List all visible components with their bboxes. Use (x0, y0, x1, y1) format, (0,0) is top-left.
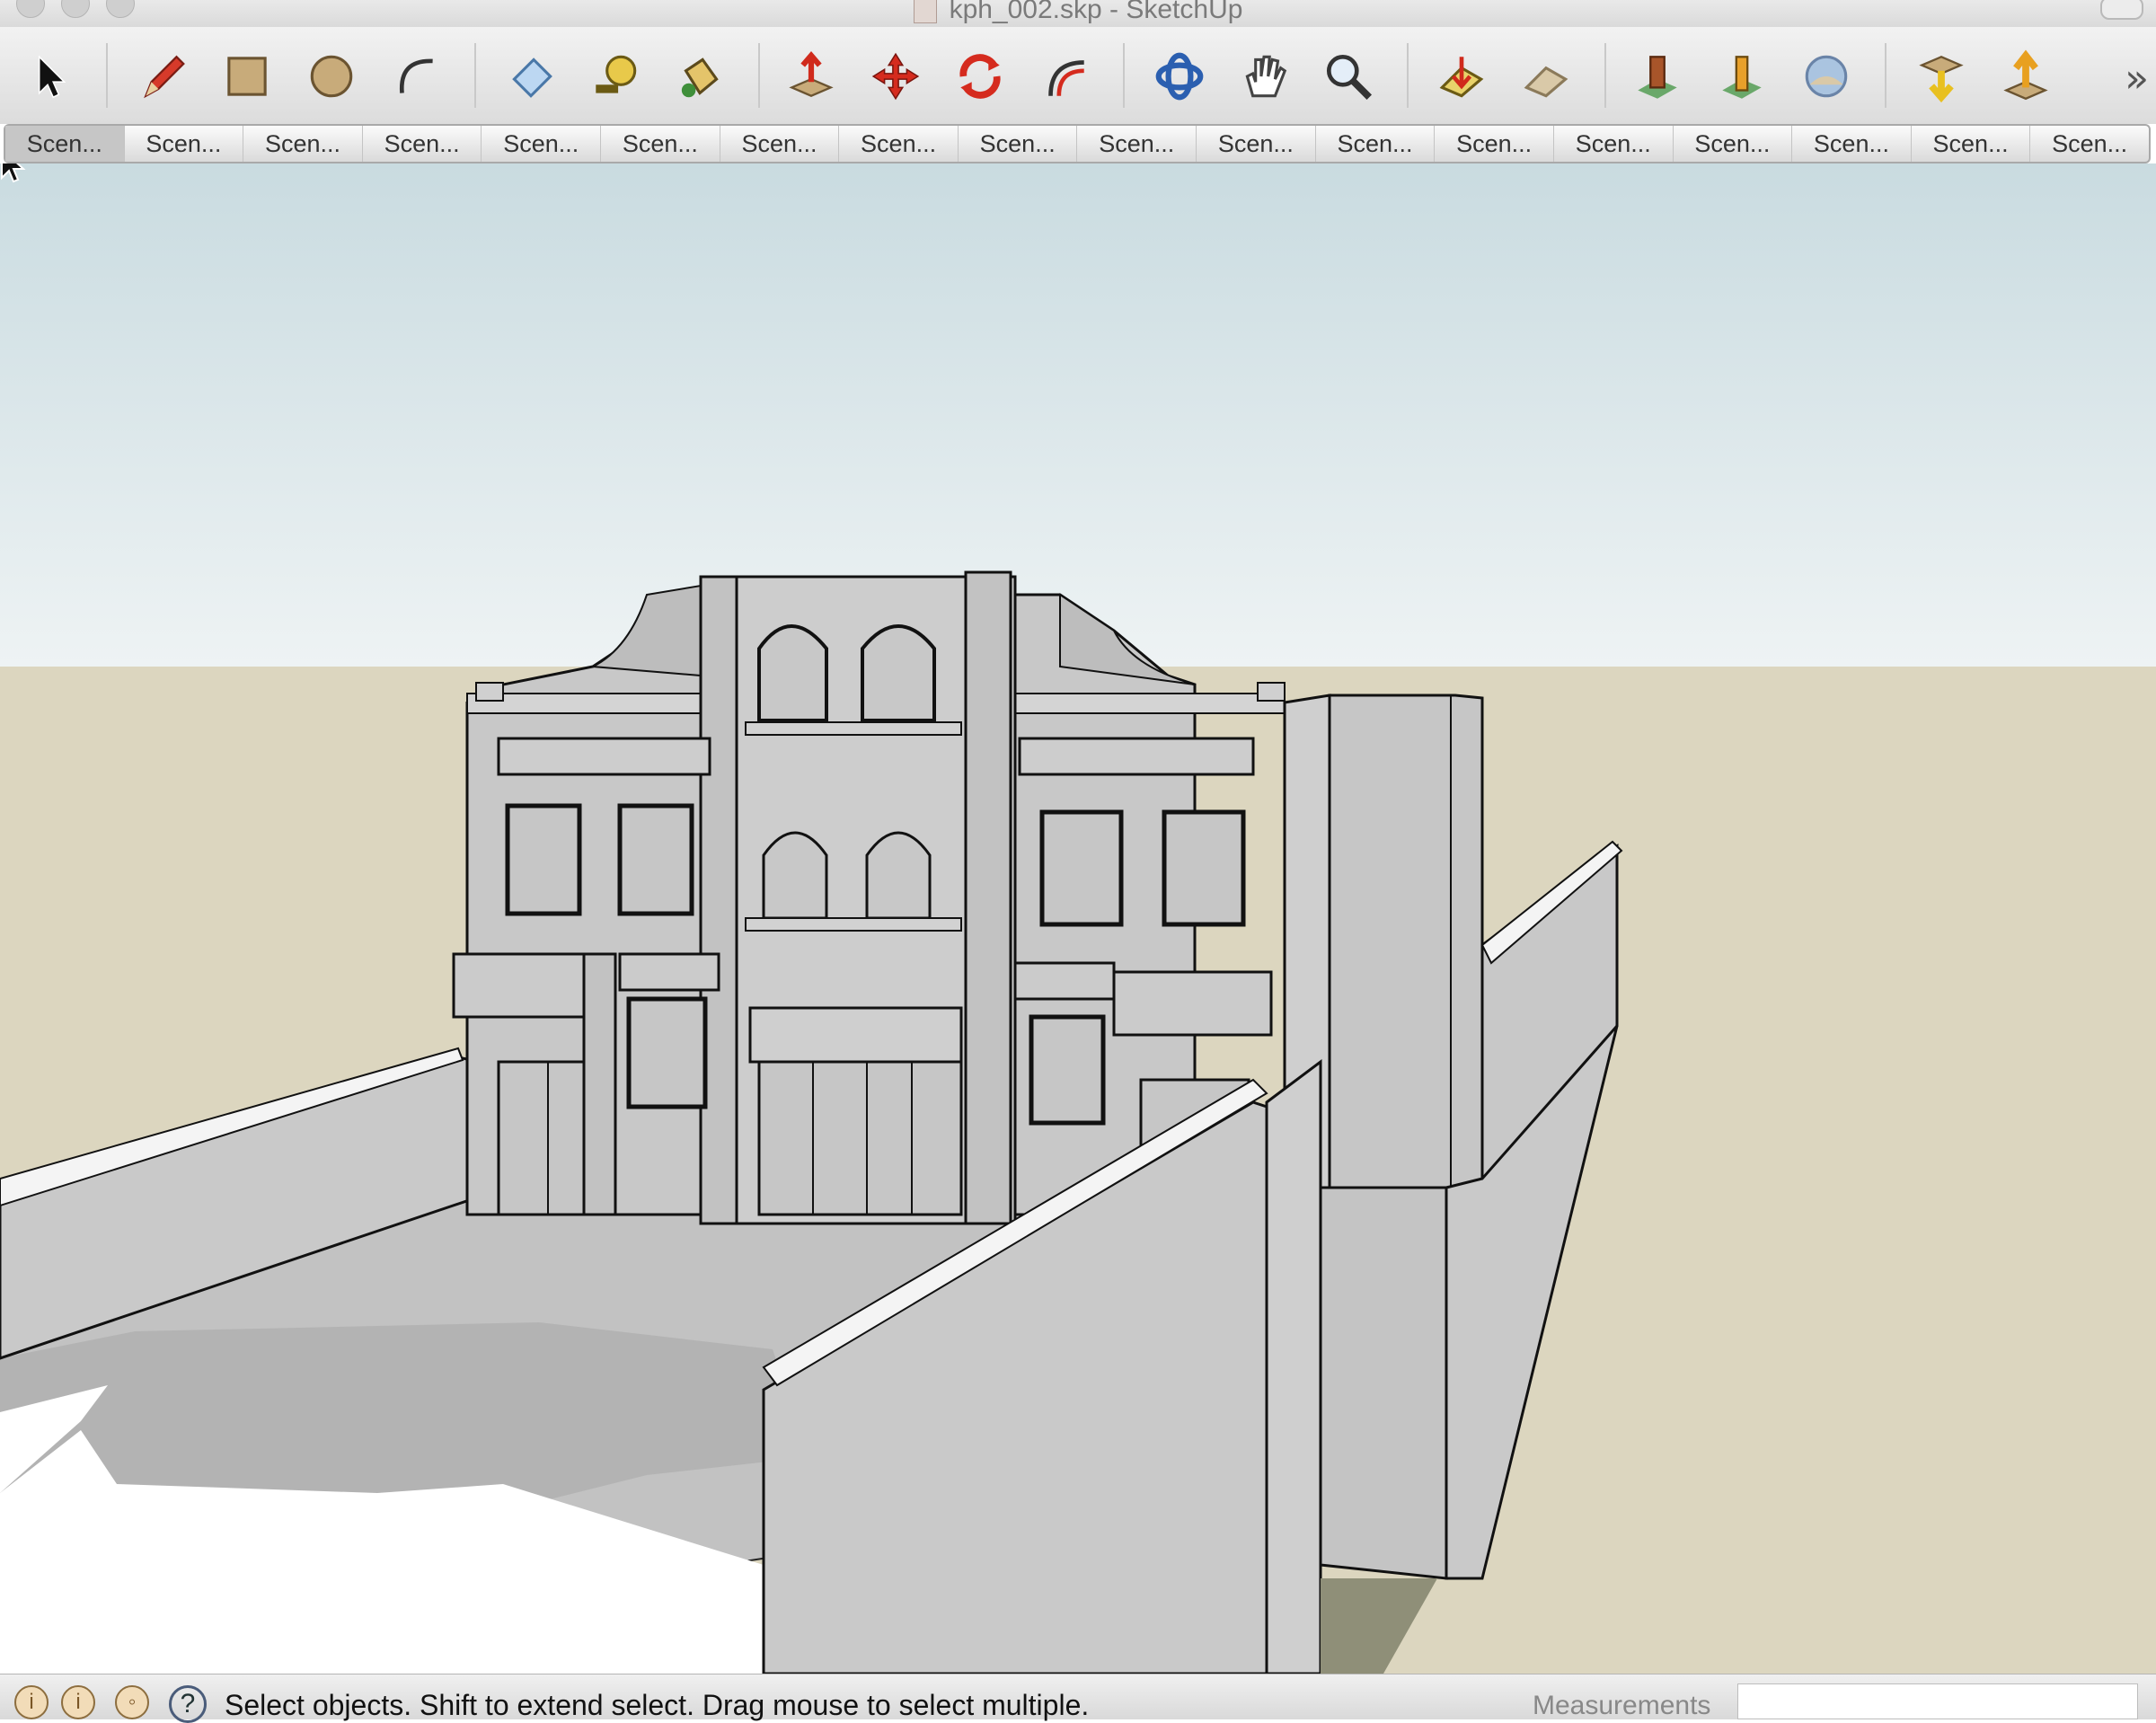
look-around-tool[interactable] (1795, 45, 1858, 108)
scene-tab[interactable]: Scen... (839, 126, 959, 162)
main-toolbar: » (0, 27, 2156, 124)
previous-view-icon (1524, 66, 1568, 98)
share-model-tool[interactable] (1994, 45, 2057, 108)
share-model-icon (2003, 49, 2048, 101)
help-icon[interactable]: ? (169, 1685, 207, 1723)
scene-tab[interactable]: Scen... (482, 126, 602, 162)
arrow-cursor-icon (38, 55, 66, 99)
toolbar-separator (758, 43, 760, 108)
eraser-tool[interactable] (499, 45, 562, 108)
orbit-tool[interactable] (1148, 45, 1211, 108)
toolbar-separator (1123, 43, 1125, 108)
3d-viewport[interactable] (0, 163, 2156, 1674)
scene-tab[interactable]: Scen... (1435, 126, 1554, 162)
zoom-extents-tool[interactable] (1430, 45, 1493, 108)
tape-measure-tool[interactable] (584, 45, 647, 108)
scene-tab[interactable]: Scen... (125, 126, 244, 162)
scene-tab[interactable]: Scen... (1077, 126, 1197, 162)
mouse-cursor-icon (1, 163, 26, 183)
paint-bucket-tool[interactable] (668, 45, 731, 108)
scene-tab[interactable]: Scen... (959, 126, 1078, 162)
scene-tab[interactable]: Scen... (601, 126, 720, 162)
position-camera-icon (1638, 56, 1677, 99)
eraser-icon (512, 57, 552, 98)
scene-tab[interactable]: Scen... (1792, 126, 1912, 162)
scene-tab[interactable]: Scen... (5, 126, 125, 162)
tape-measure-icon (596, 55, 637, 93)
offset-icon (1048, 60, 1084, 96)
push-pull-tool[interactable] (780, 45, 843, 108)
right-column (1319, 1186, 1448, 1580)
previous-view-tool[interactable] (1515, 45, 1577, 108)
title-bar: kph_002.skp - SketchUp (0, 0, 2156, 27)
offset-tool[interactable] (1033, 45, 1096, 108)
scene-tab[interactable]: Scen... (1197, 126, 1316, 162)
status-bar: i i ◦ ? Select objects. Shift to extend … (0, 1674, 2156, 1723)
sky (0, 163, 2156, 667)
paint-bucket-icon (681, 57, 719, 98)
scene-tab[interactable]: Scen... (1316, 126, 1436, 162)
orbit-icon (1155, 52, 1204, 101)
user-icon[interactable]: ◦ (115, 1685, 149, 1719)
magnifier-icon (1326, 54, 1372, 100)
scene-tab[interactable]: Scen... (1912, 126, 2031, 162)
toolbar-separator (1885, 43, 1886, 108)
scene-tab[interactable]: Scen... (720, 126, 840, 162)
near-wall-end (1265, 1059, 1322, 1674)
toolbar-separator (1407, 43, 1409, 108)
push-pull-icon (789, 50, 834, 97)
pencil-icon (144, 55, 185, 99)
toolbar-separator (106, 43, 108, 108)
hand-icon (1245, 55, 1287, 98)
rotate-icon (959, 54, 1001, 99)
toolbar-toggle-button[interactable] (2100, 0, 2143, 20)
document-icon (913, 0, 937, 24)
scene-tabs-bar: Scen... Scen... Scen... Scen... Scen... Scen.… (4, 124, 2151, 163)
measurements-label: Measurements (1533, 1691, 1711, 1720)
position-camera-tool[interactable] (1626, 45, 1689, 108)
scene-tab[interactable]: Scen... (1674, 126, 1793, 162)
scene-tab[interactable]: Scen... (243, 126, 363, 162)
window-title: kph_002.skp - SketchUp (0, 0, 2156, 25)
toolbar-overflow-button[interactable]: » (2125, 56, 2149, 102)
scene-tab[interactable]: Scen... (363, 126, 482, 162)
walk-icon (1722, 56, 1762, 99)
zoom-tool[interactable] (1317, 45, 1380, 108)
rectangle-tool[interactable] (216, 45, 278, 108)
status-message: Select objects. Shift to extend select. … (225, 1689, 1090, 1721)
pencil-tool[interactable] (131, 45, 194, 108)
arc-tool[interactable] (384, 45, 447, 108)
pan-tool[interactable] (1233, 45, 1295, 108)
toolbar-separator (1604, 43, 1606, 108)
circle-tool[interactable] (300, 45, 363, 108)
scene-tab[interactable]: Scen... (2030, 126, 2149, 162)
credits-icon[interactable]: i (61, 1685, 95, 1719)
get-models-icon (1919, 56, 1964, 103)
arc-icon (399, 58, 433, 93)
rectangle-icon (227, 57, 267, 96)
walk-tool[interactable] (1710, 45, 1773, 108)
look-around-icon (1805, 55, 1848, 98)
scene-tab[interactable]: Scen... (1554, 126, 1674, 162)
circle-icon (310, 55, 353, 98)
model-scene (0, 163, 2156, 1674)
get-models-tool[interactable] (1910, 45, 1973, 108)
geolocation-icon[interactable]: i (14, 1685, 49, 1719)
move-icon (871, 52, 920, 101)
move-tool[interactable] (864, 45, 927, 108)
rotate-tool[interactable] (949, 45, 1012, 108)
zoom-extents-icon (1439, 57, 1484, 98)
toolbar-separator (474, 43, 476, 108)
select-tool[interactable] (16, 45, 79, 108)
measurements-input[interactable] (1737, 1683, 2138, 1719)
